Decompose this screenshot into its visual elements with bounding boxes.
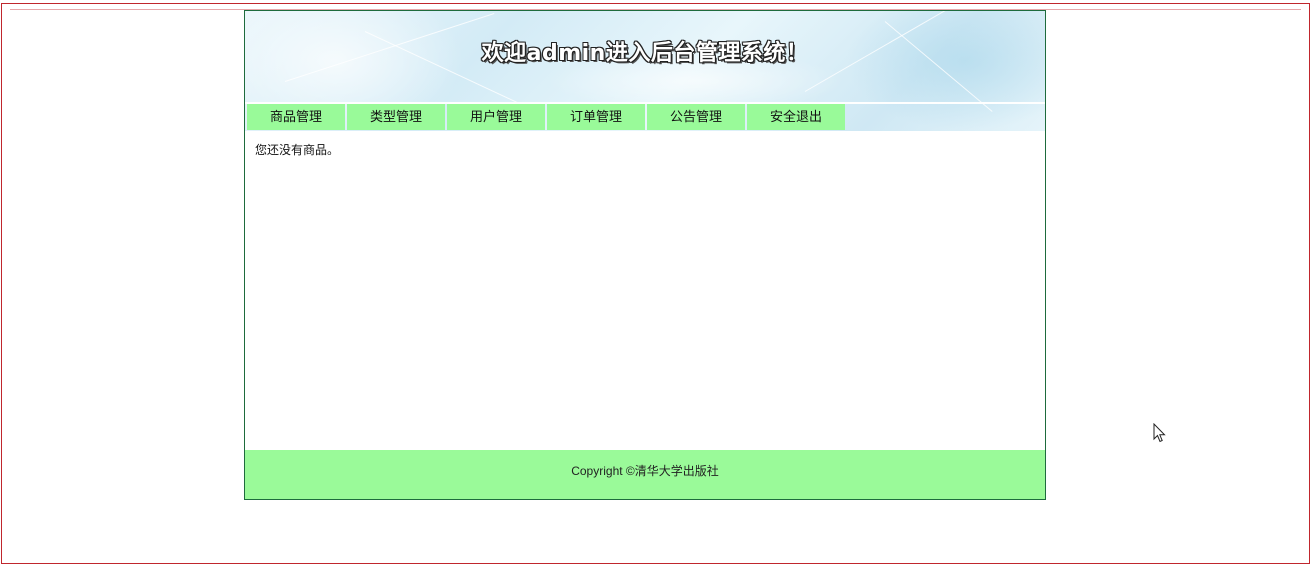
mouse-pointer-icon xyxy=(1153,423,1166,443)
nav-item-orders[interactable]: 订单管理 xyxy=(547,104,645,130)
nav-item-categories[interactable]: 类型管理 xyxy=(347,104,445,130)
copyright-text: Copyright ©清华大学出版社 xyxy=(571,464,719,478)
empty-state-message: 您还没有商品。 xyxy=(255,143,340,157)
main-content: 您还没有商品。 xyxy=(245,131,1045,449)
nav-item-logout[interactable]: 安全退出 xyxy=(747,104,845,130)
nav-item-users[interactable]: 用户管理 xyxy=(447,104,545,130)
admin-panel: 欢迎admin进入后台管理系统！ 商品管理 类型管理 用户管理 订单管理 公告管… xyxy=(244,10,1046,500)
nav-item-products[interactable]: 商品管理 xyxy=(247,104,345,130)
nav-item-notices[interactable]: 公告管理 xyxy=(647,104,745,130)
footer: Copyright ©清华大学出版社 xyxy=(245,450,1045,499)
main-nav: 商品管理 类型管理 用户管理 订单管理 公告管理 安全退出 xyxy=(245,104,1045,130)
page-title: 欢迎admin进入后台管理系统！ xyxy=(481,41,809,66)
